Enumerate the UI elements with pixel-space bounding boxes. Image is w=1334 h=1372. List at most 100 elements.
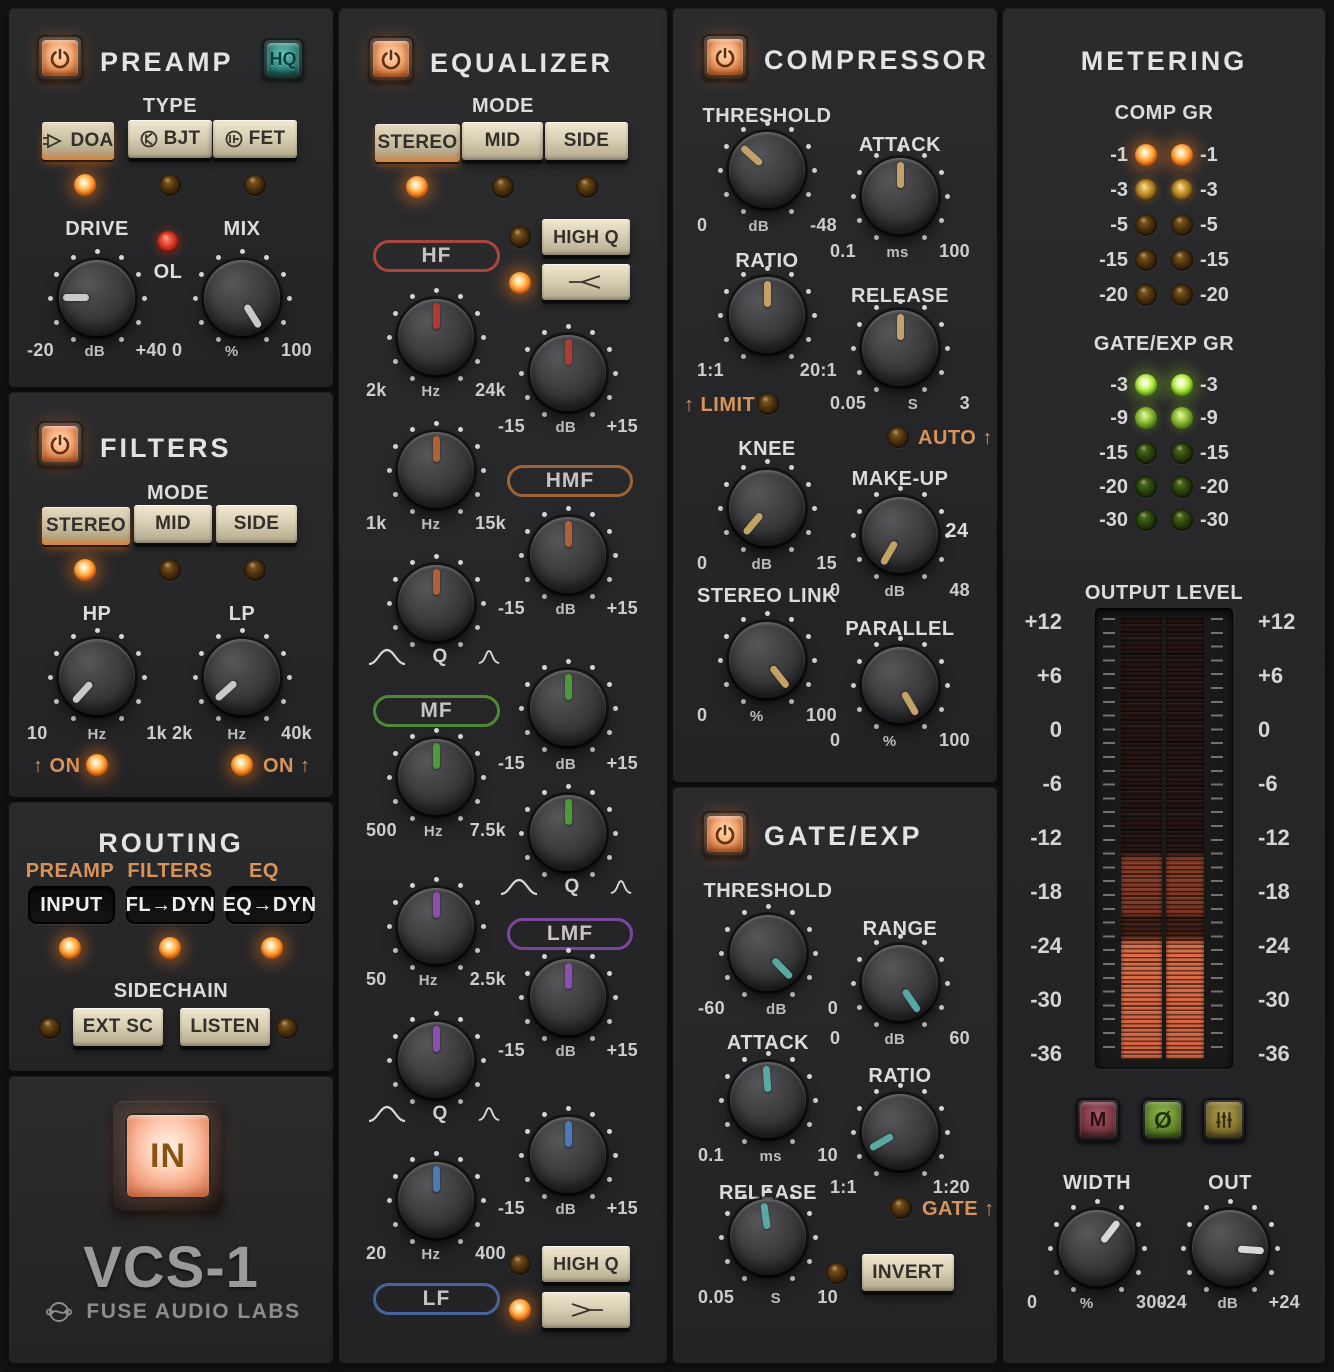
meter-ticks-left [1103, 618, 1115, 1059]
model-name: VCS-1 [8, 1234, 334, 1301]
drive-knob[interactable] [47, 248, 147, 348]
hf-freq-knob[interactable] [386, 287, 486, 387]
knob-pointer [760, 1203, 771, 1230]
gate-threshold-knob[interactable] [718, 903, 818, 1003]
width-knob[interactable] [1047, 1198, 1147, 1298]
comp-gr-led-left [1135, 179, 1157, 201]
gate-ratio-scale: 1:11:20 [830, 1177, 970, 1198]
routing-preamp-display[interactable]: INPUT [28, 886, 115, 924]
gate-title: GATE/EXP [764, 821, 923, 852]
gate-power-button[interactable] [702, 811, 748, 857]
gate-gr-row-4: -20 -20 [1002, 473, 1326, 501]
brand-logo: FUSE AUDIO LABS [8, 1300, 334, 1324]
wide-bell-icon [366, 647, 408, 667]
stereo-link-knob[interactable] [717, 610, 817, 710]
invert-button[interactable]: INVERT [862, 1254, 954, 1291]
mix-knob[interactable] [192, 248, 292, 348]
hf-shelf-led [509, 272, 531, 294]
routing-eq-led [261, 937, 283, 959]
gate-gr-led-left [1135, 374, 1157, 396]
parallel-knob[interactable] [850, 635, 950, 735]
comp-title: COMPRESSOR [764, 45, 989, 76]
type-bjt-led [159, 174, 181, 196]
gate-ratio-knob[interactable] [850, 1082, 950, 1182]
phase-button[interactable]: Ø [1141, 1098, 1185, 1142]
comp-attack-scale: 0.1ms100 [830, 241, 970, 262]
comp-gr-row-2: -3 -3 [1002, 176, 1326, 204]
hf-gain-knob[interactable] [518, 323, 618, 423]
lmf-q-knob[interactable] [386, 1010, 486, 1110]
knob-pointer [433, 1026, 440, 1052]
lf-highq-button[interactable]: HIGH Q [542, 1246, 630, 1282]
type-doa-button[interactable]: DOA [42, 122, 114, 160]
gate-release-knob[interactable] [718, 1187, 818, 1287]
comp-gr-led-left [1135, 249, 1157, 271]
hf-freq-scale: 2kHz24k [366, 380, 506, 401]
comp-power-button[interactable] [702, 34, 748, 80]
range-knob[interactable] [850, 933, 950, 1033]
lf-gain-knob[interactable] [518, 1105, 618, 1205]
ext-sc-button[interactable]: EXT SC [73, 1008, 163, 1046]
routing-eq-display[interactable]: EQ→DYN [226, 886, 313, 924]
mf-freq-knob[interactable] [386, 727, 486, 827]
channel-setup-button[interactable] [1202, 1098, 1246, 1142]
knee-knob[interactable] [717, 458, 817, 558]
mf-q-knob[interactable] [518, 783, 618, 883]
routing-panel: ROUTING PREAMP FILTERS EQ INPUT FL→DYN E… [8, 802, 334, 1072]
eq-power-button[interactable] [368, 36, 414, 82]
hf-gain-scale: -15dB+15 [498, 416, 638, 437]
hmf-freq-knob[interactable] [386, 420, 486, 520]
comp-threshold-scale: 0dB-48 [697, 215, 837, 236]
wide-bell-icon [498, 877, 540, 897]
mf-band-pill: MF [373, 695, 500, 727]
hmf-q-knob[interactable] [386, 553, 486, 653]
knob-pointer [433, 303, 440, 329]
listen-button[interactable]: LISTEN [180, 1008, 270, 1046]
lp-knob[interactable] [192, 627, 292, 727]
hq-button[interactable]: HQ [262, 38, 304, 80]
knob-pointer [739, 145, 763, 168]
out-knob[interactable] [1180, 1198, 1280, 1298]
filters-panel: FILTERS MODE STEREO MID SIDE HP LP 10Hz1… [8, 392, 334, 798]
gate-mode-led [890, 1197, 912, 1219]
comp-attack-knob[interactable] [850, 146, 950, 246]
eq-mode-side-button[interactable]: SIDE [545, 122, 628, 160]
eq-mode-stereo-button[interactable]: STEREO [375, 124, 460, 162]
type-bjt-button[interactable]: BJT [128, 120, 212, 158]
lf-shelf-button[interactable] [542, 1292, 630, 1328]
hf-highq-button[interactable]: HIGH Q [542, 219, 630, 255]
comp-release-knob[interactable] [850, 298, 950, 398]
filters-mode-stereo-button[interactable]: STEREO [42, 507, 130, 545]
mf-gain-knob[interactable] [518, 658, 618, 758]
knob-pointer [742, 512, 764, 536]
preamp-power-button[interactable] [37, 35, 83, 81]
eq-mode-mid-button[interactable]: MID [462, 122, 543, 160]
routing-filters-display[interactable]: FL→DYN [126, 886, 215, 924]
filters-mode-mid-button[interactable]: MID [134, 505, 212, 543]
metering-panel: METERING COMP GR -1 -1 -3 -3 -5 -5 -15 -… [1002, 8, 1326, 1364]
comp-threshold-knob[interactable] [717, 120, 817, 220]
sidechain-label: SIDECHAIN [96, 980, 246, 1003]
filters-power-button[interactable] [37, 421, 83, 467]
in-button[interactable]: IN [113, 1101, 223, 1211]
hp-knob[interactable] [47, 627, 147, 727]
filters-mode-side-button[interactable]: SIDE [216, 505, 297, 543]
knob-pointer [897, 314, 904, 340]
gate-attack-knob[interactable] [718, 1050, 818, 1150]
comp-ratio-knob[interactable] [717, 265, 817, 365]
hp-on-label: ↑ ON [33, 755, 81, 778]
hmf-gain-knob[interactable] [518, 505, 618, 605]
hmf-freq-scale: 1kHz15k [366, 513, 506, 534]
mono-button[interactable]: M [1076, 1098, 1120, 1142]
hf-highq-led [509, 226, 531, 248]
lmf-gain-knob[interactable] [518, 947, 618, 1047]
knob-pointer [565, 1121, 572, 1147]
hf-shelf-button[interactable] [542, 264, 630, 300]
lmf-gain-scale: -15dB+15 [498, 1040, 638, 1061]
comp-gr-led-right [1171, 249, 1193, 271]
ext-sc-led [39, 1017, 61, 1039]
lf-freq-knob[interactable] [386, 1150, 486, 1250]
hmf-band-pill: HMF [507, 465, 633, 497]
lmf-freq-knob[interactable] [386, 876, 486, 976]
type-fet-button[interactable]: FET [213, 120, 297, 158]
